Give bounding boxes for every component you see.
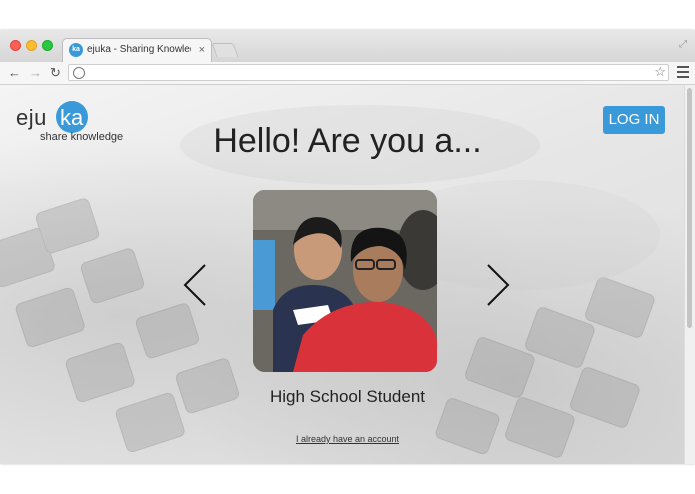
hamburger-menu-icon[interactable] bbox=[677, 66, 689, 81]
tab-title: ejuka - Sharing Knowledge bbox=[87, 44, 191, 55]
role-caption: High School Student bbox=[270, 387, 425, 406]
scrollbar-thumb[interactable] bbox=[687, 88, 692, 328]
students-photo bbox=[253, 190, 437, 372]
page-viewport: eju ka share knowledge LOG IN Hello! Are… bbox=[0, 85, 685, 464]
next-arrow-icon[interactable] bbox=[485, 263, 511, 307]
fullscreen-icon[interactable]: ⤢ bbox=[679, 39, 687, 50]
scrollbar[interactable] bbox=[684, 85, 695, 464]
forward-arrow-icon[interactable]: → bbox=[29, 64, 42, 82]
browser-tab[interactable]: ka ejuka - Sharing Knowledge × bbox=[62, 38, 212, 62]
previous-arrow-icon[interactable] bbox=[182, 263, 208, 307]
minimize-window-button[interactable] bbox=[26, 40, 37, 51]
zoom-window-button[interactable] bbox=[42, 40, 53, 51]
globe-icon bbox=[73, 67, 85, 79]
browser-toolbar: ← → ↻ ☆ bbox=[0, 62, 695, 85]
tab-close-icon[interactable]: × bbox=[199, 43, 205, 57]
role-photo-card[interactable] bbox=[253, 190, 437, 372]
title-bar: ka ejuka - Sharing Knowledge × ⤢ bbox=[0, 30, 695, 62]
page-title: Hello! Are you a... bbox=[213, 122, 482, 160]
new-tab-button[interactable] bbox=[211, 43, 239, 57]
ejuka-favicon-icon: ka bbox=[69, 43, 83, 57]
browser-window: ka ejuka - Sharing Knowledge × ⤢ ← → ↻ ☆ bbox=[0, 30, 695, 464]
close-window-button[interactable] bbox=[10, 40, 21, 51]
address-bar[interactable]: ☆ bbox=[68, 64, 669, 81]
back-arrow-icon[interactable]: ← bbox=[8, 64, 21, 82]
reload-icon[interactable]: ↻ bbox=[50, 64, 61, 82]
existing-account-link[interactable]: I already have an account bbox=[0, 434, 685, 444]
star-icon[interactable]: ☆ bbox=[654, 64, 666, 80]
